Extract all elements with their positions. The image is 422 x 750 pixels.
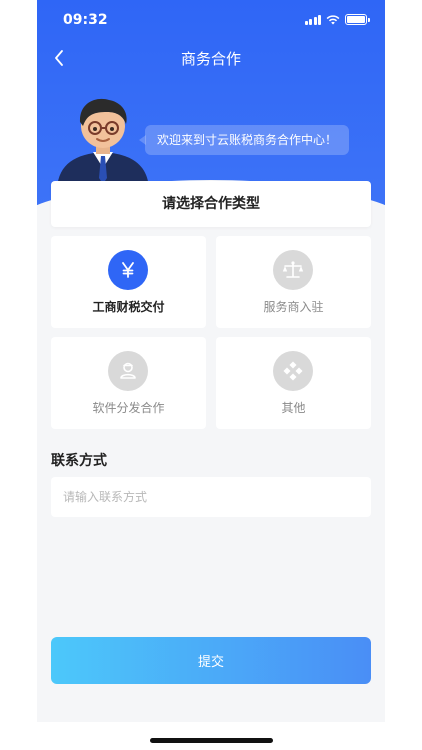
diamond-grid-icon [283,361,303,381]
option-label: 工商财税交付 [92,300,165,314]
scale-icon [282,261,304,278]
welcome-bubble: 欢迎来到寸云账税商务合作中心！ [138,125,350,155]
contact-label: 联系方式 [51,453,107,469]
status-bar: 09:32 [37,0,385,40]
page-title: 商务合作 [180,50,241,68]
nav-bar: 商务合作 [37,40,385,76]
option-icon-circle [273,351,313,391]
option-service-provider[interactable]: 服务商入驻 [216,236,371,328]
option-label: 其他 [281,401,306,415]
option-other[interactable]: 其他 [216,337,371,429]
option-icon-circle [108,351,148,391]
submit-button[interactable]: 提交 [51,637,371,684]
option-business-tax-delivery[interactable]: 工商财税交付 [51,236,206,328]
status-icons [304,14,370,25]
yuan-icon [122,262,134,278]
option-icon-circle [273,250,313,290]
person-icon [120,362,136,379]
option-label: 软件分发合作 [92,401,165,415]
battery-icon [345,14,370,25]
option-icon-circle [108,250,148,290]
option-software-distribution[interactable]: 软件分发合作 [51,337,206,429]
contact-input[interactable] [51,477,371,517]
signal-icon [304,14,321,25]
wifi-icon [326,14,340,24]
app-screen: 09:32 商务合作 欢迎来到寸云账税商务合作中心！ 请选择合作类型 工商财税交… [37,0,385,722]
businessman-avatar [57,98,149,188]
status-time: 09:32 [63,12,108,28]
home-indicator [150,738,273,743]
cooperation-type-prompt: 请选择合作类型 [51,181,371,227]
option-label: 服务商入驻 [263,300,324,314]
